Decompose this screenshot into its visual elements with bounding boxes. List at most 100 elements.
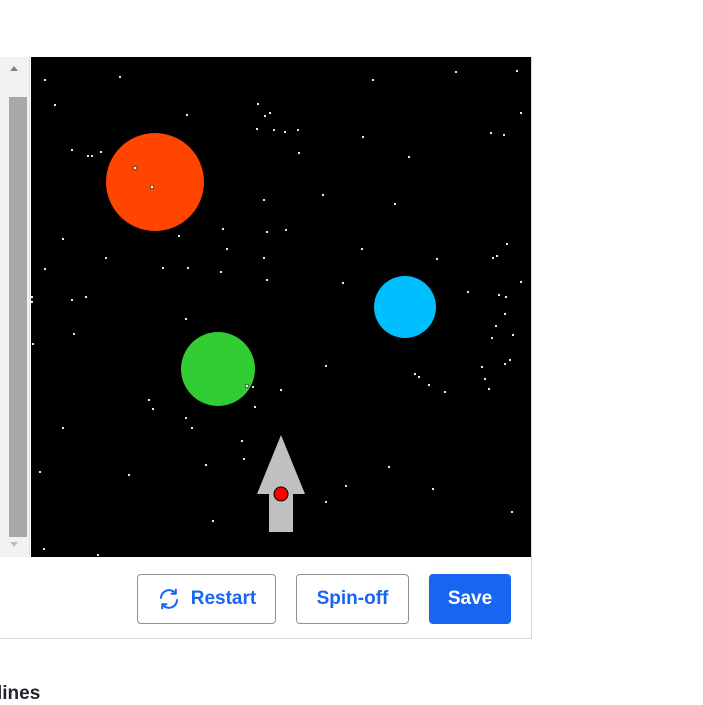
restart-button[interactable]: Restart [137, 574, 276, 624]
star [161, 266, 165, 270]
star [190, 426, 194, 430]
star [361, 135, 365, 139]
star [387, 465, 391, 469]
star [443, 390, 447, 394]
star [297, 151, 301, 155]
save-label: Save [447, 588, 493, 609]
star [240, 439, 244, 443]
star [96, 553, 100, 557]
star [53, 103, 57, 107]
star [504, 295, 508, 299]
space-scene [31, 57, 531, 557]
star [427, 383, 431, 387]
action-bar: Restart Spin-off Save [0, 557, 531, 639]
star [43, 267, 47, 271]
star [417, 375, 421, 379]
star [185, 113, 189, 117]
star [503, 312, 507, 316]
spin-off-button[interactable]: Spin-off [296, 574, 409, 624]
star [284, 228, 288, 232]
star [86, 154, 90, 158]
star [225, 247, 229, 251]
star [407, 155, 411, 159]
star [272, 128, 276, 132]
star [489, 131, 493, 135]
star [497, 293, 501, 297]
star [118, 75, 122, 79]
blue-planet [374, 276, 436, 338]
program-output-panel: Restart Spin-off Save [0, 57, 532, 639]
orange-planet [106, 133, 204, 231]
star [72, 332, 76, 336]
star [90, 154, 94, 158]
star [221, 227, 225, 231]
star [510, 510, 514, 514]
star [519, 280, 523, 284]
star [283, 130, 287, 134]
star [262, 256, 266, 260]
star [508, 358, 512, 362]
program-canvas[interactable] [31, 57, 531, 557]
scroll-down-icon[interactable] [10, 542, 18, 547]
star [244, 383, 250, 389]
star [84, 295, 88, 299]
vertical-scrollbar[interactable] [0, 57, 30, 557]
star [454, 70, 458, 74]
star [211, 519, 215, 523]
star [251, 385, 255, 389]
star [494, 324, 498, 328]
star [256, 102, 260, 106]
star [435, 257, 439, 261]
scroll-thumb[interactable] [9, 97, 27, 537]
star [393, 202, 397, 206]
star [177, 234, 181, 238]
rocket-window [273, 486, 289, 502]
star [502, 133, 506, 137]
save-button[interactable]: Save [429, 574, 511, 624]
star [70, 148, 74, 152]
star [99, 150, 103, 154]
star [38, 470, 42, 474]
star [324, 500, 328, 504]
star [149, 184, 155, 190]
star [184, 416, 188, 420]
star [204, 463, 208, 467]
star [70, 298, 74, 302]
star [503, 362, 507, 366]
star [296, 128, 300, 132]
restart-label: Restart [190, 588, 257, 609]
star [31, 342, 35, 346]
star [151, 407, 155, 411]
star [132, 165, 138, 171]
green-planet [181, 332, 255, 406]
star [255, 127, 259, 131]
star [413, 372, 417, 376]
star [495, 254, 499, 258]
star [431, 487, 435, 491]
star [104, 256, 108, 260]
star [324, 364, 328, 368]
star [253, 405, 257, 409]
spin-off-label: Spin-off [316, 588, 389, 609]
star [519, 111, 523, 115]
star [186, 266, 190, 270]
star [371, 78, 375, 82]
star [262, 198, 266, 202]
star [31, 295, 34, 299]
star [491, 256, 495, 260]
star [341, 281, 345, 285]
star [268, 111, 272, 115]
star [219, 270, 223, 274]
star [487, 387, 491, 391]
star [127, 473, 131, 477]
star [483, 377, 487, 381]
star [480, 365, 484, 369]
star [31, 300, 34, 304]
star [61, 237, 65, 241]
scroll-up-icon[interactable] [10, 66, 18, 71]
star [265, 230, 269, 234]
star [344, 484, 348, 488]
star [242, 457, 246, 461]
star [263, 114, 267, 118]
star [147, 398, 151, 402]
